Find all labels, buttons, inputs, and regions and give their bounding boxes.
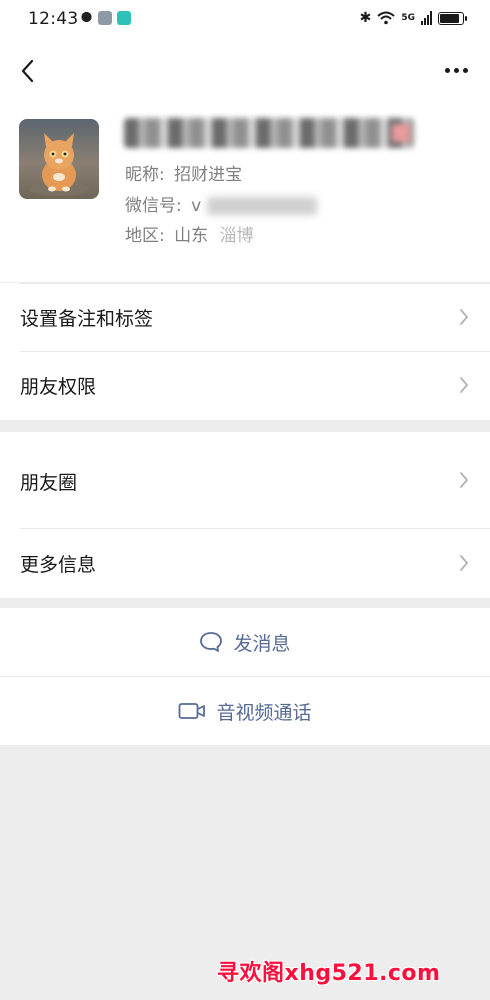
nickname-label: 昵称:	[125, 165, 165, 185]
wechat-id-value: v	[191, 196, 202, 216]
menu-item-friend-permissions[interactable]: 朋友权限	[0, 352, 490, 420]
remarks-tags-label: 设置备注和标签	[20, 308, 154, 330]
chat-bubble-icon	[200, 632, 223, 652]
qq-icon	[80, 11, 93, 26]
status-app-icons	[80, 11, 131, 26]
wifi-icon	[377, 11, 396, 25]
chevron-right-icon	[460, 472, 469, 488]
video-call-button[interactable]: 音视频通话	[0, 677, 490, 745]
display-name-redacted	[124, 118, 414, 148]
chevron-right-icon	[460, 377, 469, 393]
chevron-right-icon	[460, 309, 469, 325]
avatar[interactable]	[19, 119, 99, 199]
wechat-id-label: 微信号:	[125, 196, 182, 216]
region-label: 地区:	[125, 226, 165, 246]
green-app-icon	[117, 11, 131, 25]
menu-item-moments[interactable]: 朋友圈	[0, 432, 490, 528]
status-indicators: ✱ 5G	[359, 10, 467, 26]
more-info-label: 更多信息	[20, 554, 97, 576]
profile-card: 昵称: 招财进宝 微信号: v 地区: 山东 淄博	[0, 100, 490, 282]
region-province: 山东	[174, 226, 209, 246]
nav-bar	[0, 42, 490, 100]
region-city: 淄博	[219, 226, 254, 246]
status-bar: 12:43 ✱ 5G	[0, 0, 490, 42]
menu-item-more-info[interactable]: 更多信息	[0, 529, 490, 598]
info-group: 朋友圈 更多信息	[0, 432, 490, 598]
battery-fill	[440, 13, 459, 23]
message-icon	[98, 11, 112, 25]
nickname-value: 招财进宝	[174, 165, 243, 185]
chevron-right-icon	[460, 555, 469, 571]
network-label: 5G	[401, 13, 415, 23]
status-time: 12:43	[28, 9, 79, 29]
settings-group: 设置备注和标签 朋友权限	[0, 283, 490, 420]
menu-item-remarks-tags[interactable]: 设置备注和标签	[0, 283, 490, 351]
moments-label: 朋友圈	[20, 472, 78, 494]
nickname-row: 昵称: 招财进宝	[125, 160, 242, 185]
bluetooth-icon: ✱	[359, 10, 372, 26]
signal-icon	[421, 11, 432, 25]
chevron-left-icon[interactable]	[18, 58, 40, 84]
send-message-button[interactable]: 发消息	[0, 608, 490, 676]
video-call-label: 音视频通话	[216, 701, 312, 724]
send-message-label: 发消息	[233, 632, 291, 655]
wechat-id-redacted	[206, 197, 317, 215]
battery-icon	[438, 11, 467, 25]
wechat-id-row: 微信号: v	[125, 191, 317, 216]
friend-permissions-label: 朋友权限	[20, 376, 97, 398]
cat-avatar-image	[29, 133, 89, 196]
watermark: 寻欢阁xhg521.com	[217, 961, 441, 986]
more-dots-icon[interactable]	[445, 68, 468, 73]
video-camera-icon	[179, 703, 206, 719]
region-row: 地区: 山东 淄博	[125, 221, 254, 246]
